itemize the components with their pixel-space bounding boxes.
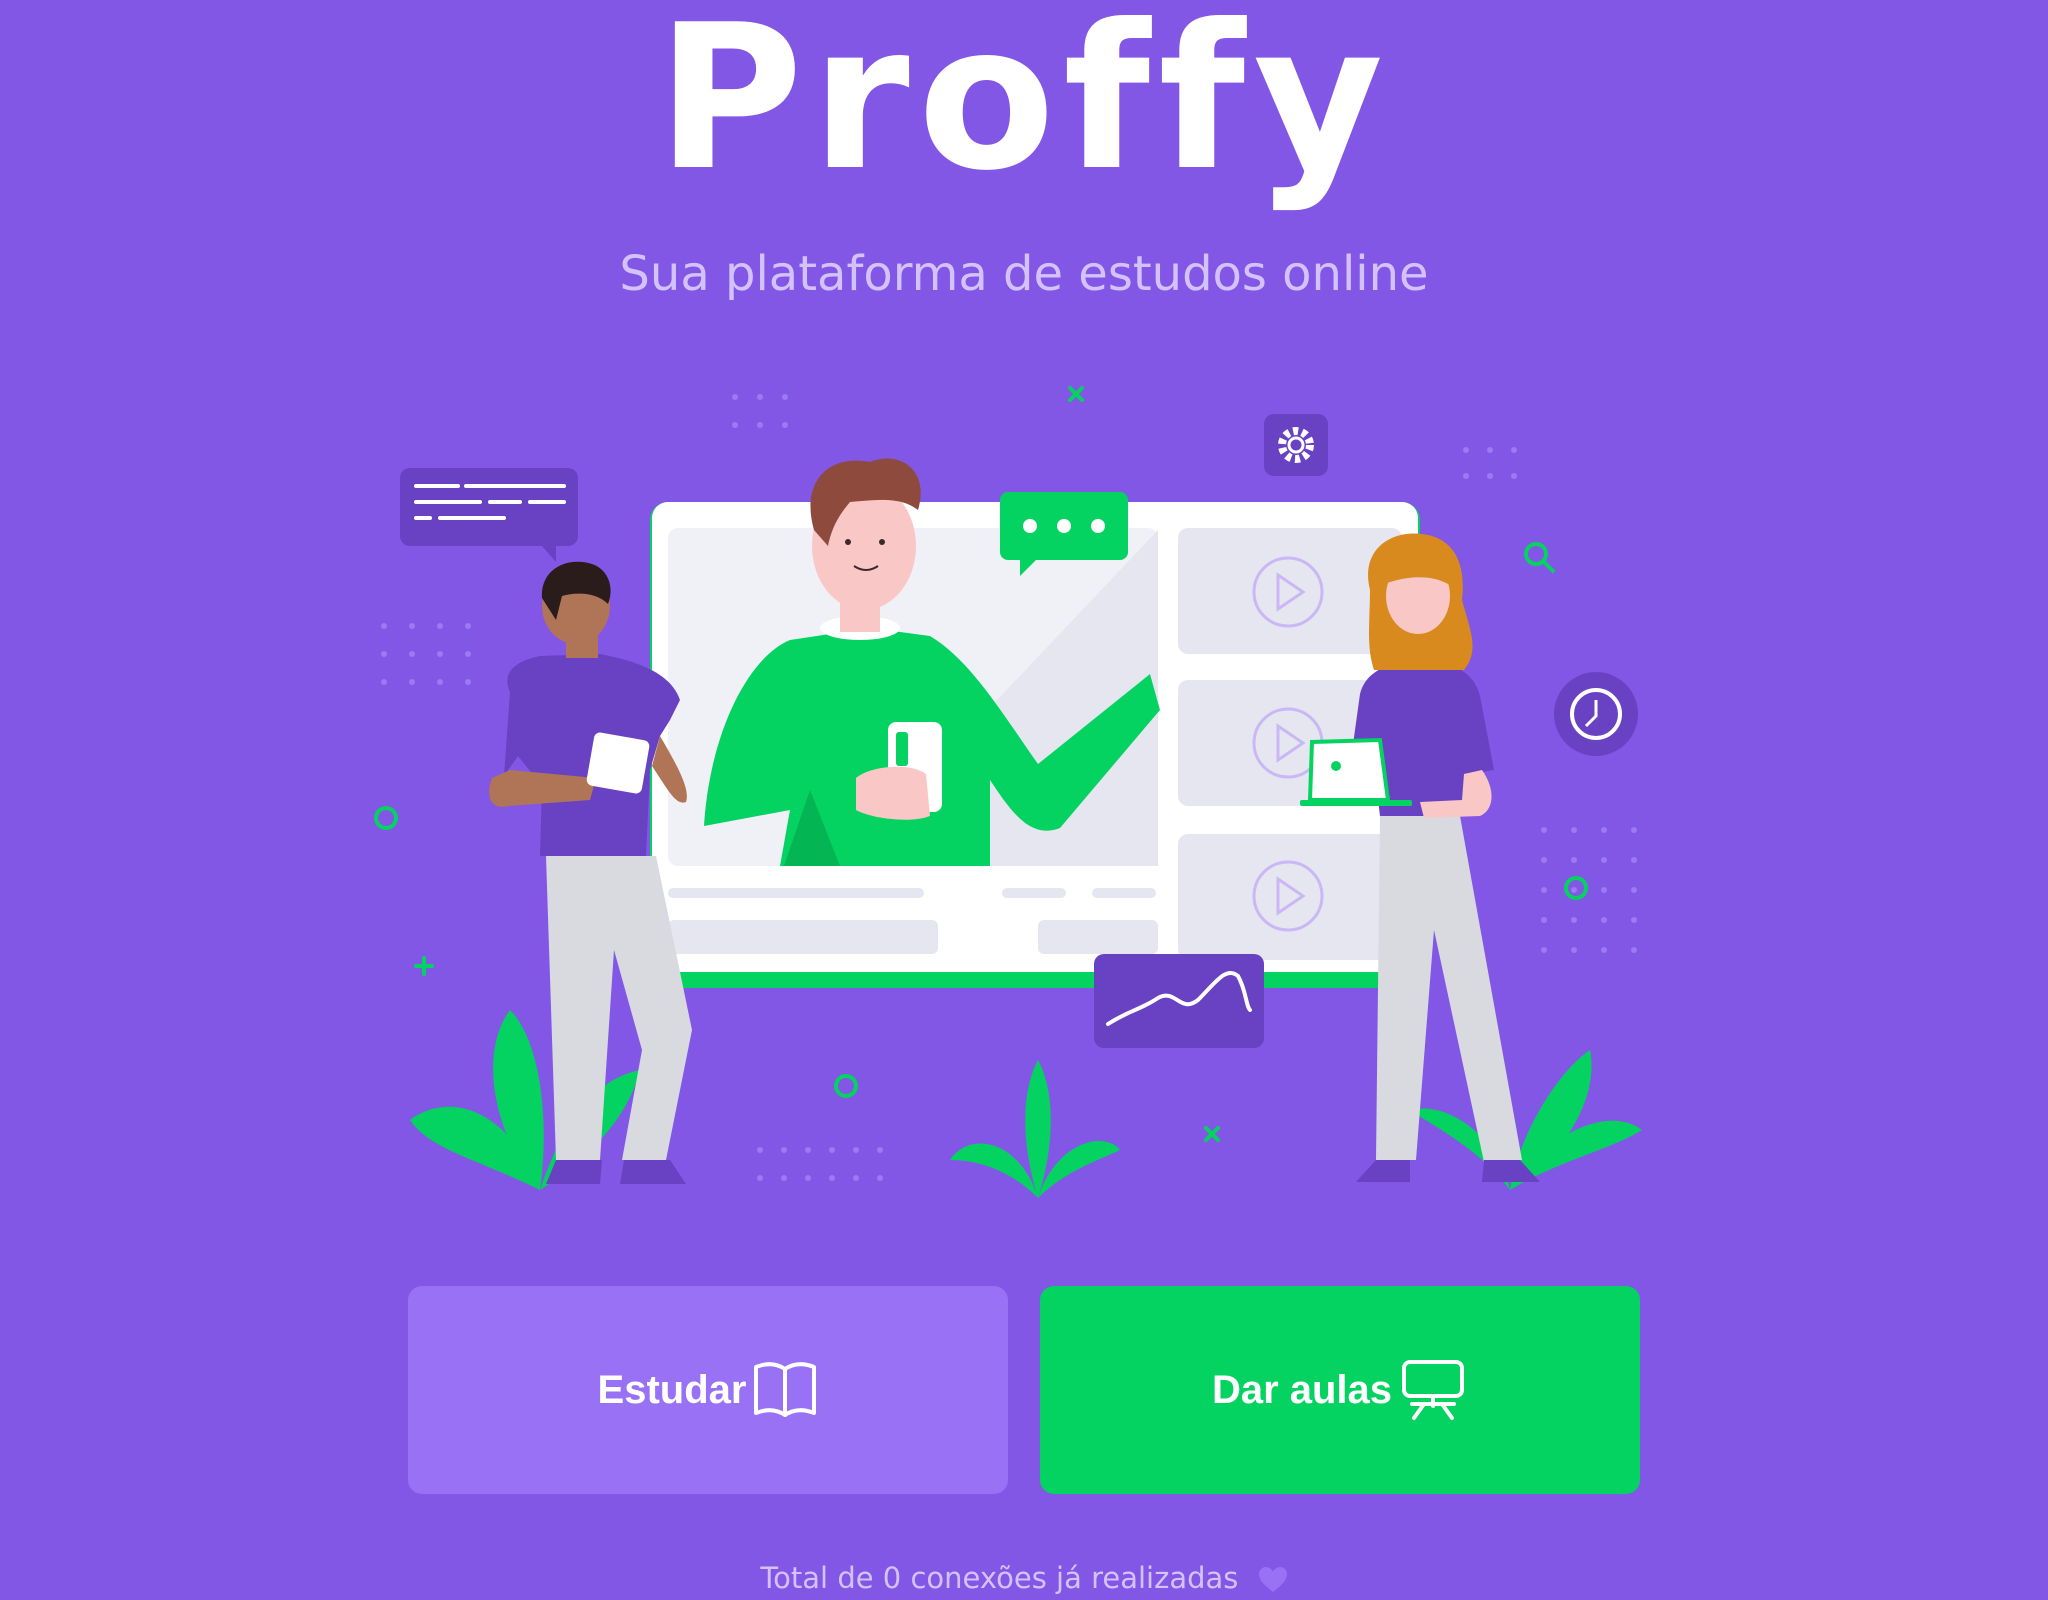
give-classes-button[interactable]: Dar aulas — [1040, 1286, 1640, 1494]
study-button-label: Estudar — [597, 1367, 747, 1412]
tagline: Sua plataforma de estudos online — [619, 246, 1429, 302]
hero-illustration — [374, 386, 1642, 1198]
study-button[interactable]: Estudar — [408, 1286, 1008, 1494]
presentation-board-icon — [1402, 1360, 1465, 1420]
logo: Proffy — [656, 0, 1392, 215]
open-book-icon — [754, 1362, 817, 1417]
give-classes-button-label: Dar aulas — [1211, 1367, 1393, 1412]
connections-counter: Total de 0 conexões já realizadas — [0, 1558, 2048, 1598]
connections-text: Total de 0 conexões já realizadas — [760, 1561, 1239, 1595]
heart-icon — [1258, 1567, 1287, 1592]
